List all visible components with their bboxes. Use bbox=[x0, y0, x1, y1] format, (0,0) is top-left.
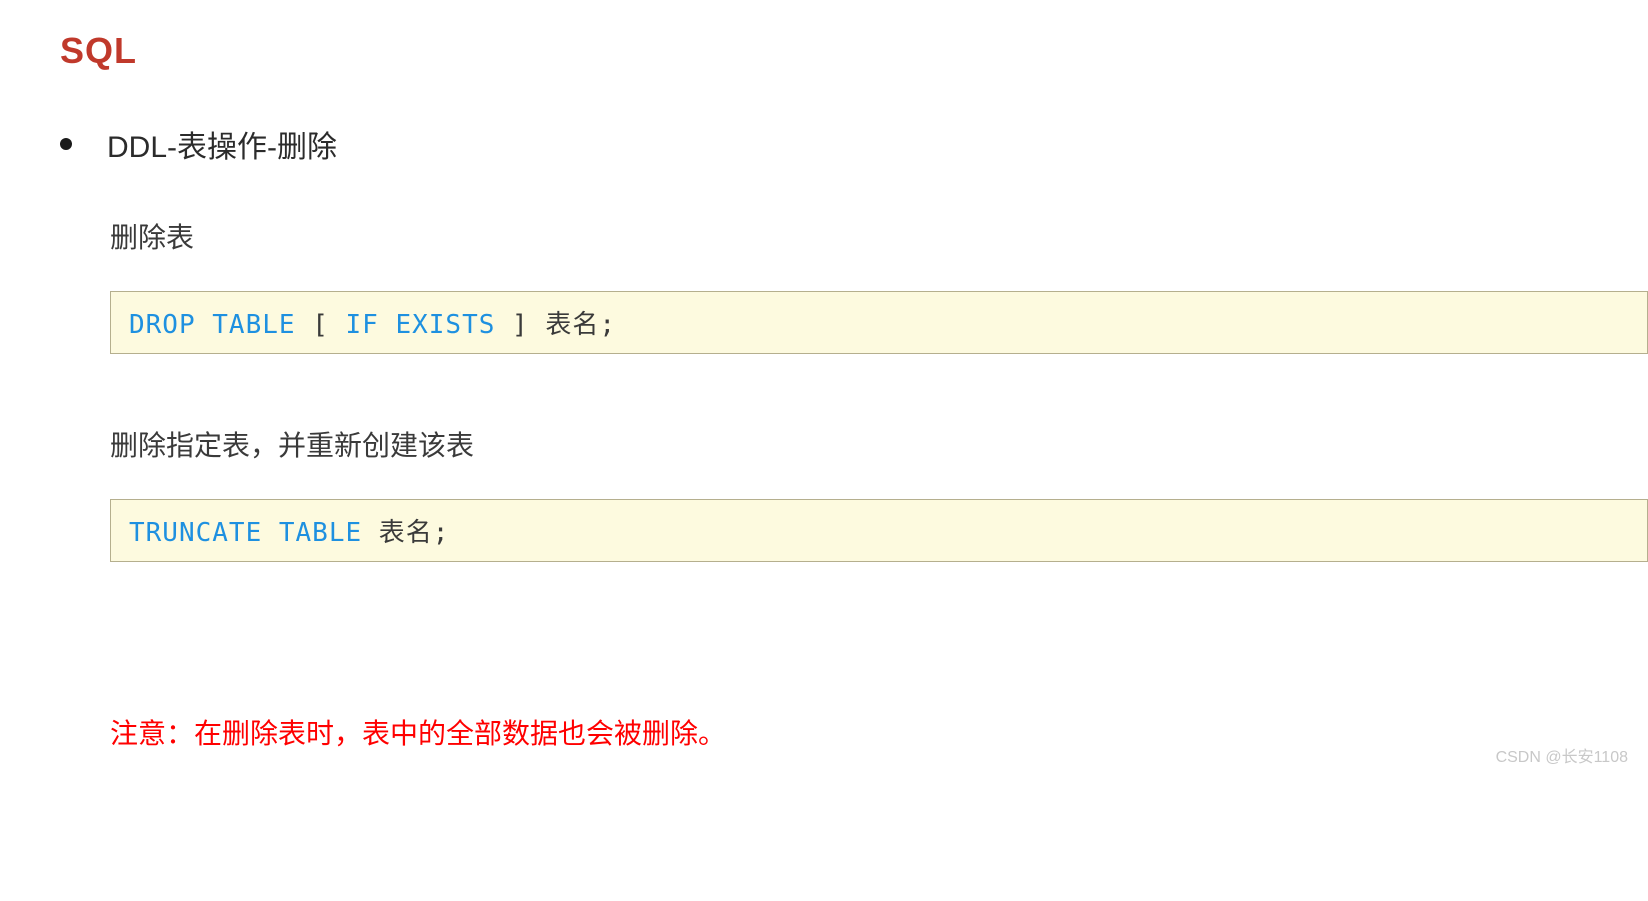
code-keyword-drop-table: DROP TABLE bbox=[129, 310, 296, 340]
warning-note: 注意：在删除表时，表中的全部数据也会被删除。 bbox=[110, 712, 1648, 752]
subtitle-1: 删除表 bbox=[110, 216, 1648, 256]
code-box-2: TRUNCATE TABLE 表名; bbox=[110, 499, 1648, 562]
content-section-2: 删除指定表，并重新创建该表 TRUNCATE TABLE 表名; bbox=[110, 424, 1648, 562]
content-section-1: 删除表 DROP TABLE [ IF EXISTS ] 表名; bbox=[110, 216, 1648, 354]
code-tail-1: 表名; bbox=[545, 310, 616, 340]
watermark-text: CSDN @长安1108 bbox=[1496, 743, 1628, 767]
code-bracket-close: ] bbox=[495, 310, 545, 340]
bullet-icon bbox=[60, 138, 72, 150]
code-keyword-if-exists: IF EXISTS bbox=[346, 310, 496, 340]
bullet-heading-row: DDL-表操作-删除 bbox=[60, 122, 1648, 166]
code-keyword-truncate-table: TRUNCATE TABLE bbox=[129, 518, 362, 548]
code-bracket-open: [ bbox=[296, 310, 346, 340]
code-tail-2: 表名; bbox=[362, 518, 449, 548]
subtitle-2: 删除指定表，并重新创建该表 bbox=[110, 424, 1648, 464]
code-box-1: DROP TABLE [ IF EXISTS ] 表名; bbox=[110, 291, 1648, 354]
page-title: SQL bbox=[60, 30, 1648, 72]
bullet-heading-text: DDL-表操作-删除 bbox=[107, 122, 337, 166]
